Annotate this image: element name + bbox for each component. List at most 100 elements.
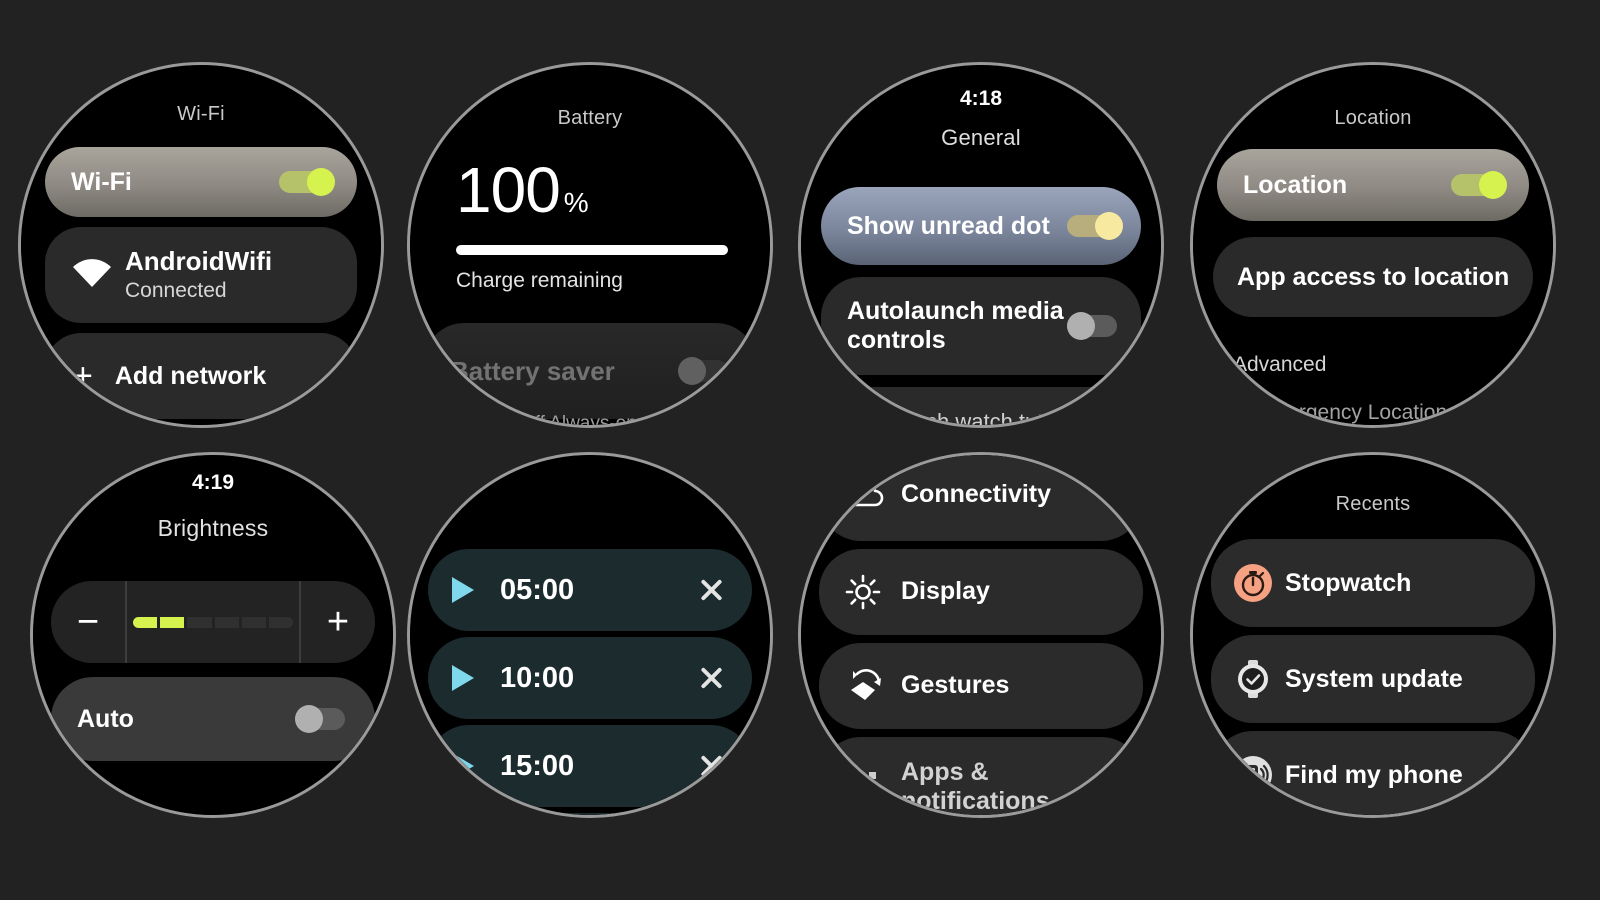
autolaunch-media-toggle[interactable] [1067,312,1123,340]
toggle-knob [1095,212,1123,240]
emergency-location-note: rgency Location [1298,401,1448,424]
settings-item-gestures[interactable]: Gestures [819,643,1143,729]
page-title: Brightness [157,515,269,541]
wifi-network-row[interactable]: AndroidWifi Connected [45,227,357,323]
play-icon[interactable] [452,665,474,691]
watch-timers: 05:00 10:00 15:00 [407,452,773,818]
recents-item-label: Stopwatch [1285,568,1412,597]
battery-saver-toggle[interactable] [678,357,734,385]
wifi-network-name: AndroidWifi [125,245,273,276]
find-phone-icon [1233,755,1285,795]
timer-duration: 10:00 [500,661,575,694]
brightness-segments [127,616,299,628]
general-screen: 4:18 General Show unread dot Autolaunch … [801,65,1161,425]
add-network-row[interactable]: + Add network [45,333,357,419]
brightness-increase-button[interactable]: + [301,581,375,663]
location-toggle-row[interactable]: Location [1217,149,1529,221]
timer-duration: 05:00 [500,573,575,606]
watch-wifi: Wi-Fi Wi-Fi AndroidWifi Connected + Add … [18,62,384,428]
brightness-segment [241,616,266,628]
wifi-icon [71,257,125,294]
settings-item-label: Gestures [901,671,1010,700]
advanced-label[interactable]: Advanced [1233,353,1326,377]
location-toggle-label: Location [1243,170,1348,199]
battery-saver-row[interactable]: Battery saver [424,323,756,419]
settings-item-connectivity[interactable]: Connectivity [819,455,1143,541]
battery-saver-note: ns off Always-on Scre [498,413,682,425]
toggle-knob [295,705,323,733]
wifi-toggle-row[interactable]: Wi-Fi [45,147,357,217]
play-icon[interactable] [452,577,474,603]
timer-row[interactable]: 05:00 [428,549,752,631]
wifi-network-status: Connected [125,279,227,303]
settings-item-display[interactable]: Display [819,549,1143,635]
add-network-label: Add network [114,361,267,390]
watch-brightness: 4:19 Brightness − + Auto [30,452,396,818]
autolaunch-media-label: Autolaunch media controls [847,296,1064,354]
gesture-hand-icon [845,668,901,704]
brightness-segment [268,616,294,628]
settings-item-label: Apps & notifications [901,757,1050,816]
close-icon[interactable] [696,575,726,605]
close-icon[interactable] [696,751,726,781]
launch-watch-tutorial-label: Launch watch tutorial [877,408,1085,425]
status-clock: 4:18 [959,87,1003,110]
show-unread-dot-toggle[interactable] [1067,212,1123,240]
location-screen: Location Location App access to location… [1193,65,1553,425]
settings-item-label: Display [901,577,990,606]
timers-screen: 05:00 10:00 15:00 [410,455,770,815]
settings-item-label: Connectivity [901,480,1052,509]
battery-caption: Charge remaining [456,269,623,292]
location-toggle[interactable] [1451,171,1507,199]
page-title: Recents [1335,493,1411,515]
recents-item-system-update[interactable]: System update [1211,635,1535,723]
settings-item-apps-notifications[interactable]: Apps & notifications [819,737,1143,815]
show-unread-dot-row[interactable]: Show unread dot [821,187,1141,265]
toggle-knob [1067,312,1095,340]
status-clock: 4:19 [191,471,235,494]
autolaunch-media-row[interactable]: Autolaunch media controls [821,277,1141,375]
watch-general: 4:18 General Show unread dot Autolaunch … [798,62,1164,428]
watch-battery: Battery 100 % Charge remaining Battery s… [407,62,773,428]
play-icon[interactable] [452,753,474,779]
brightness-screen: 4:19 Brightness − + Auto [33,455,393,815]
settings-list-screen: Connectivity Display Gestures Apps & not… [801,455,1161,815]
timer-duration: 15:00 [500,749,575,782]
watch-recents: Recents Stopwatch System update Find my … [1190,452,1556,818]
app-access-label: App access to location [1237,262,1510,291]
battery-saver-label: Battery saver [450,355,615,386]
brightness-segment [214,616,239,628]
auto-brightness-label: Auto [77,704,134,733]
recents-item-stopwatch[interactable]: Stopwatch [1211,539,1535,627]
timer-row[interactable]: 15:00 [428,725,752,807]
brightness-track[interactable] [125,581,301,663]
battery-percent-value: 100 [456,154,561,226]
page-title: General [941,125,1021,150]
wifi-screen: Wi-Fi Wi-Fi AndroidWifi Connected + Add … [21,65,381,425]
brightness-decrease-button[interactable]: − [51,581,125,663]
toggle-knob [307,168,335,196]
battery-progress-bar [456,245,728,255]
launch-watch-tutorial-row[interactable]: Launch watch tutorial [821,387,1141,425]
app-access-to-location-row[interactable]: App access to location [1213,237,1533,317]
timer-row-partial[interactable] [428,813,752,815]
close-icon[interactable] [696,663,726,693]
battery-percent: 100 % [456,153,589,227]
wifi-toggle[interactable] [279,168,335,196]
cloud-icon [845,481,901,509]
timer-row[interactable]: 10:00 [428,637,752,719]
sun-icon [845,574,901,610]
toggle-knob [678,357,706,385]
auto-brightness-toggle[interactable] [295,705,351,733]
show-unread-dot-label: Show unread dot [847,211,1050,240]
wifi-toggle-label: Wi-Fi [71,167,132,196]
brightness-slider[interactable]: − + [51,581,375,663]
brightness-segment [160,616,185,628]
recents-screen: Recents Stopwatch System update Find my … [1193,455,1553,815]
page-title: Battery [557,107,623,129]
watch-check-icon [1233,659,1285,699]
page-title: Wi-Fi [177,103,225,125]
recents-item-find-my-phone[interactable]: Find my phone [1211,731,1535,815]
apps-grid-icon [845,770,901,804]
auto-brightness-row[interactable]: Auto [51,677,375,761]
